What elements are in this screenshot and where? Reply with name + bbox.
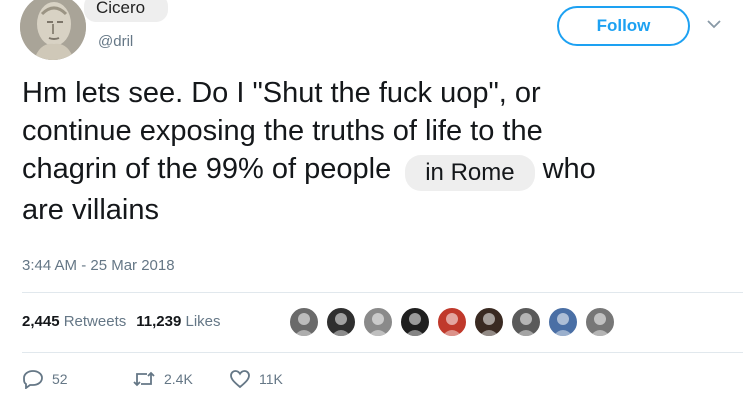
timestamp[interactable]: 3:44 AM - 25 Mar 2018 — [22, 257, 175, 274]
retweet-count: 2.4K — [164, 371, 193, 387]
divider — [22, 352, 743, 353]
author-handle[interactable]: @dril — [98, 33, 133, 50]
liker-avatar-3[interactable] — [362, 306, 394, 338]
reply-action[interactable]: 52 — [22, 367, 68, 391]
tweet-line-3-end: who — [542, 153, 596, 185]
retweets-label: Retweets — [63, 313, 127, 330]
liker-avatar-4[interactable] — [399, 306, 431, 338]
liker-avatar-6[interactable] — [473, 306, 505, 338]
reply-icon — [23, 370, 43, 389]
likes-stat[interactable]: 11,239 Likes — [136, 313, 220, 330]
chevron-down-icon[interactable] — [705, 18, 723, 30]
like-count: 11K — [259, 371, 283, 387]
retweet-action[interactable]: 2.4K — [132, 367, 193, 391]
tweet-text: Hm lets see. Do I "Shut the fuck uop", o… — [22, 74, 732, 229]
avatar[interactable] — [20, 0, 86, 60]
reply-count: 52 — [52, 371, 68, 387]
retweets-count: 2,445 — [22, 313, 60, 330]
tweet-line-1: Hm lets see. Do I "Shut the fuck uop", o… — [22, 77, 541, 109]
likes-label: Likes — [185, 313, 221, 330]
divider — [22, 292, 743, 293]
author-name[interactable]: Cicero — [84, 0, 168, 22]
overlay-text-pill: in Rome — [405, 155, 535, 191]
liker-avatar-1[interactable] — [288, 306, 320, 338]
tweet-line-4: are villains — [22, 194, 159, 226]
liker-avatar-9[interactable] — [584, 306, 616, 338]
like-action[interactable]: 11K — [229, 367, 283, 391]
tweet-line-2: continue exposing the truths of life to … — [22, 115, 543, 147]
engagement-stats: 2,445 Retweets 11,239 Likes — [22, 313, 221, 330]
retweet-icon — [133, 371, 155, 387]
tweet-line-3-start: chagrin of the 99% of people — [22, 153, 392, 185]
liker-avatar-2[interactable] — [325, 306, 357, 338]
bust-avatar-icon — [20, 0, 86, 60]
liker-avatar-8[interactable] — [547, 306, 579, 338]
liker-avatar-5[interactable] — [436, 306, 468, 338]
likes-count: 11,239 — [136, 313, 182, 330]
tweet-line-3: chagrin of the 99% of people in Rome who — [22, 150, 732, 191]
retweets-stat[interactable]: 2,445 Retweets — [22, 313, 126, 330]
liker-avatar-7[interactable] — [510, 306, 542, 338]
follow-button[interactable]: Follow — [557, 6, 690, 46]
heart-icon — [230, 370, 250, 389]
